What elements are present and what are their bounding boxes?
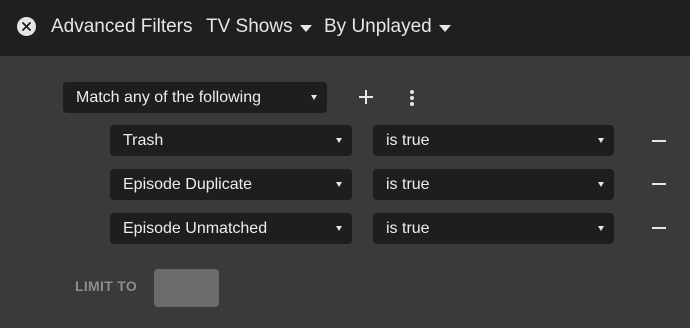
more-vertical-icon	[410, 90, 414, 94]
view-dropdown-label: By Unplayed	[324, 16, 432, 37]
limit-label: LIMIT TO	[75, 278, 138, 294]
add-rule-button[interactable]	[356, 87, 376, 107]
rule-field-label: Episode Duplicate	[123, 175, 252, 193]
rule-condition-select[interactable]: is true	[373, 213, 614, 244]
chevron-down-icon	[336, 226, 342, 231]
remove-rule-button[interactable]	[652, 177, 668, 191]
chevron-down-icon	[438, 24, 451, 32]
rule-condition-label: is true	[386, 219, 430, 237]
rule-field-select[interactable]: Trash	[110, 125, 352, 156]
chevron-down-icon	[598, 182, 604, 187]
chevron-down-icon	[311, 95, 317, 100]
rule-field-select[interactable]: Episode Unmatched	[110, 213, 352, 244]
chevron-down-icon	[299, 24, 312, 32]
match-mode-select[interactable]: Match any of the following	[63, 82, 327, 113]
rule-field-label: Trash	[123, 131, 164, 149]
remove-rule-button[interactable]	[652, 221, 668, 235]
more-vertical-icon-dot	[410, 96, 414, 100]
more-vertical-icon-dot	[410, 102, 414, 106]
chevron-down-icon	[336, 182, 342, 187]
chevron-down-icon	[598, 226, 604, 231]
close-button[interactable]	[17, 17, 36, 36]
chevron-down-icon	[598, 138, 604, 143]
page-title: Advanced Filters	[51, 16, 193, 37]
remove-rule-button[interactable]	[652, 134, 668, 148]
limit-input[interactable]	[154, 269, 219, 307]
library-dropdown-label: TV Shows	[206, 16, 293, 37]
rule-field-label: Episode Unmatched	[123, 219, 268, 237]
rule-condition-label: is true	[386, 131, 430, 149]
match-mode-label: Match any of the following	[76, 88, 261, 106]
chevron-down-icon	[336, 138, 342, 143]
rule-condition-label: is true	[386, 175, 430, 193]
close-icon	[22, 22, 31, 31]
rule-field-select[interactable]: Episode Duplicate	[110, 169, 352, 200]
rule-condition-select[interactable]: is true	[373, 125, 614, 156]
view-dropdown[interactable]: By Unplayed	[324, 16, 451, 38]
library-dropdown[interactable]: TV Shows	[206, 16, 312, 38]
rule-condition-select[interactable]: is true	[373, 169, 614, 200]
more-options-button[interactable]	[405, 88, 419, 108]
top-bar: Advanced Filters TV Shows By Unplayed	[0, 0, 690, 56]
